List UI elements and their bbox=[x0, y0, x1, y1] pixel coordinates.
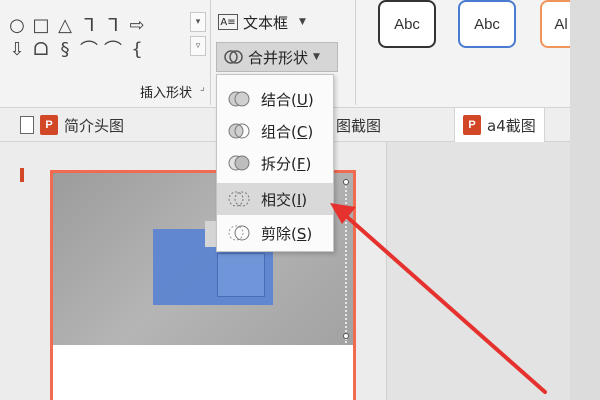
shape-curve-icon[interactable]: ⌒ bbox=[102, 38, 124, 61]
textbox-icon: A≡ bbox=[218, 14, 238, 30]
menu-item-label: 组合(C) bbox=[261, 122, 314, 141]
resize-handle[interactable] bbox=[343, 179, 349, 185]
presentation-icon: P bbox=[40, 115, 58, 135]
card-grid-shape bbox=[217, 253, 265, 297]
tab-label: 简介头图 bbox=[64, 116, 125, 135]
union-icon bbox=[217, 83, 261, 115]
insert-shapes-group-label: 插入形状 bbox=[140, 86, 193, 101]
shape-style-sample-1[interactable]: Abc bbox=[378, 0, 436, 48]
menu-item-combine[interactable]: 组合(C) bbox=[217, 115, 333, 147]
shapes-scroll-up-button[interactable]: ▾ bbox=[190, 12, 206, 32]
slide-number-marker bbox=[20, 168, 24, 182]
shape-scribble-icon[interactable]: § bbox=[54, 38, 76, 60]
menu-item-intersect[interactable]: 相交(I) bbox=[217, 183, 333, 215]
resize-handle[interactable] bbox=[343, 333, 349, 339]
merge-shapes-label: 合并形状 bbox=[248, 48, 309, 67]
shape-freeform-icon[interactable]: ᗝ bbox=[30, 38, 52, 60]
shape-elbow-arrow-icon[interactable]: ᒣ bbox=[102, 14, 124, 36]
subtract-icon bbox=[217, 217, 261, 249]
shape-style-sample-2[interactable]: Abc bbox=[458, 0, 516, 48]
tab-tu-jietu[interactable]: 图截图 bbox=[336, 108, 381, 142]
shape-row-2: ⇩ ᗝ § ⌒ ⌒ { bbox=[6, 38, 148, 62]
app-window: ○ □ △ ᒣ ᒣ ⇨ ⇩ ᗝ § ⌒ ⌒ { ▾ ▿ 插入形状 ⌟ A≡ 文本… bbox=[0, 0, 600, 400]
right-edge-strip bbox=[570, 0, 600, 400]
shape-rectangle-icon[interactable]: □ bbox=[30, 14, 52, 36]
shape-triangle-icon[interactable]: △ bbox=[54, 14, 76, 36]
shape-elbow-connector-icon[interactable]: ᒣ bbox=[78, 14, 100, 36]
tab-label: a4截图 bbox=[487, 116, 536, 135]
chevron-down-icon: ▼ bbox=[313, 52, 320, 62]
shapes-more-button[interactable]: ▿ bbox=[190, 36, 206, 56]
shape-ellipse-icon[interactable]: ○ bbox=[6, 14, 28, 36]
dotted-guide bbox=[345, 183, 347, 343]
fragment-icon bbox=[217, 147, 261, 179]
merge-shapes-icon bbox=[224, 50, 243, 64]
intersect-icon bbox=[217, 183, 261, 215]
menu-item-label: 剪除(S) bbox=[261, 224, 313, 243]
menu-item-label: 相交(I) bbox=[261, 190, 308, 209]
shape-arc-icon[interactable]: ⌒ bbox=[78, 38, 100, 61]
merge-shapes-menu: 结合(U) 组合(C) 拆分(F) 相交(I) 剪除(S) bbox=[216, 74, 334, 252]
group-launcher-icon[interactable]: ⌟ bbox=[200, 82, 205, 93]
pane-splitter[interactable] bbox=[386, 142, 387, 400]
ribbon-divider bbox=[355, 0, 356, 105]
menu-item-union[interactable]: 结合(U) bbox=[217, 83, 333, 115]
shape-brace-icon[interactable]: { bbox=[126, 38, 148, 60]
menu-item-label: 结合(U) bbox=[261, 90, 314, 109]
menu-item-fragment[interactable]: 拆分(F) bbox=[217, 147, 333, 179]
tab-jianjie-toutu[interactable]: P 简介头图 bbox=[20, 108, 124, 142]
combine-icon bbox=[217, 115, 261, 147]
tab-label: 图截图 bbox=[336, 116, 382, 135]
shape-right-arrow-icon[interactable]: ⇨ bbox=[126, 14, 148, 36]
textbox-label: 文本框 bbox=[243, 13, 289, 32]
textbox-button[interactable]: A≡ 文本框 ▼ bbox=[218, 10, 306, 34]
shape-row-1: ○ □ △ ᒣ ᒣ ⇨ bbox=[6, 14, 148, 36]
menu-item-subtract[interactable]: 剪除(S) bbox=[217, 217, 333, 249]
chevron-down-icon: ▼ bbox=[299, 17, 306, 27]
ribbon-divider bbox=[210, 0, 211, 105]
presentation-icon: P bbox=[463, 115, 481, 135]
shape-down-arrow-icon[interactable]: ⇩ bbox=[6, 38, 28, 60]
tab-a4-jietu[interactable]: P a4截图 bbox=[454, 108, 545, 142]
menu-item-label: 拆分(F) bbox=[261, 154, 312, 173]
document-icon bbox=[20, 116, 34, 134]
merge-shapes-button[interactable]: 合并形状 ▼ bbox=[216, 42, 338, 72]
insert-shapes-group: ○ □ △ ᒣ ᒣ ⇨ ⇩ ᗝ § ⌒ ⌒ { ▾ ▿ 插入形状 ⌟ bbox=[0, 0, 212, 108]
